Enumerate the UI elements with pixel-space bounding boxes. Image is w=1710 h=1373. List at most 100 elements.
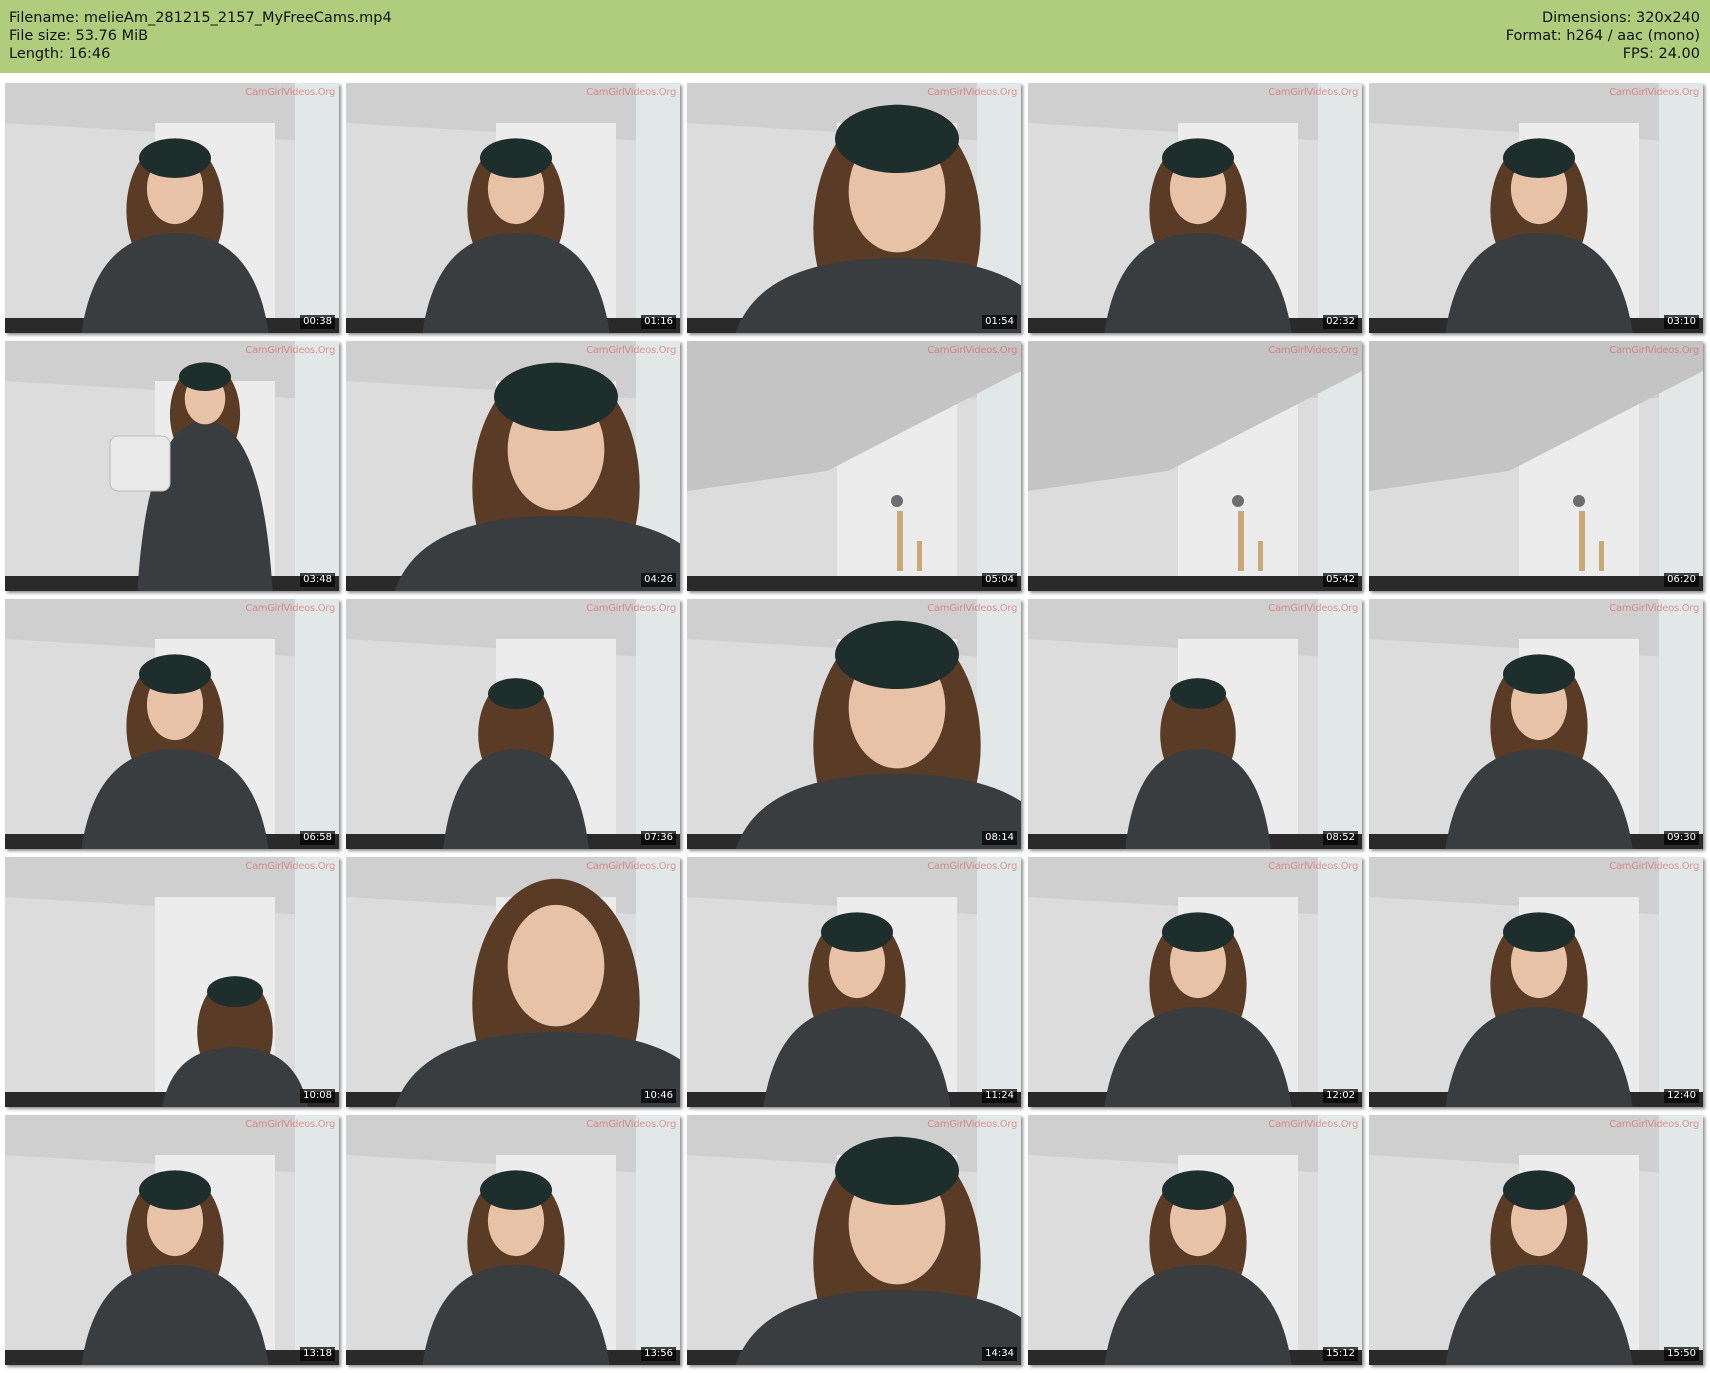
timestamp-label: 14:34 — [982, 1347, 1017, 1361]
frame-image — [687, 857, 1021, 1107]
frame-image — [346, 83, 680, 333]
file-info-left: Filename: melieAm_281215_2157_MyFreeCams… — [9, 9, 392, 63]
frame-image — [687, 1115, 1021, 1365]
frame-image — [346, 599, 680, 849]
watermark-text: CamGirlVideos.Org — [927, 345, 1017, 356]
watermark-text: CamGirlVideos.Org — [927, 603, 1017, 614]
frame-image — [5, 341, 339, 591]
timestamp-label: 15:12 — [1323, 1347, 1358, 1361]
dimensions-text: Dimensions: 320x240 — [1541, 10, 1700, 26]
timestamp-label: 00:38 — [300, 315, 335, 329]
watermark-text: CamGirlVideos.Org — [1268, 345, 1358, 356]
timestamp-label: 03:48 — [300, 573, 335, 587]
frame-image — [687, 599, 1021, 849]
frame-image — [687, 341, 1021, 591]
frame-image — [346, 1115, 680, 1365]
timestamp-label: 08:52 — [1323, 831, 1358, 845]
watermark-text: CamGirlVideos.Org — [245, 87, 335, 98]
video-frame-thumbnail[interactable]: CamGirlVideos.Org 13:56 — [346, 1115, 680, 1365]
watermark-text: CamGirlVideos.Org — [586, 1119, 676, 1130]
watermark-text: CamGirlVideos.Org — [1609, 603, 1699, 614]
file-info-right: Dimensions: 320x240 Format: h264 / aac (… — [1506, 9, 1700, 63]
frame-image — [1369, 1115, 1703, 1365]
video-frame-thumbnail[interactable]: CamGirlVideos.Org 05:04 — [687, 341, 1021, 591]
frame-image — [1369, 83, 1703, 333]
timestamp-label: 05:04 — [982, 573, 1017, 587]
watermark-text: CamGirlVideos.Org — [1609, 87, 1699, 98]
watermark-text: CamGirlVideos.Org — [927, 1119, 1017, 1130]
watermark-text: CamGirlVideos.Org — [245, 345, 335, 356]
timestamp-label: 03:10 — [1664, 315, 1699, 329]
video-frame-thumbnail[interactable]: CamGirlVideos.Org 09:30 — [1369, 599, 1703, 849]
video-frame-thumbnail[interactable]: CamGirlVideos.Org 15:50 — [1369, 1115, 1703, 1365]
frame-image — [1369, 341, 1703, 591]
timestamp-label: 10:08 — [300, 1089, 335, 1103]
watermark-text: CamGirlVideos.Org — [1268, 603, 1358, 614]
frame-image — [1369, 857, 1703, 1107]
video-frame-thumbnail[interactable]: CamGirlVideos.Org 08:52 — [1028, 599, 1362, 849]
video-frame-thumbnail[interactable]: CamGirlVideos.Org 12:02 — [1028, 857, 1362, 1107]
watermark-text: CamGirlVideos.Org — [245, 1119, 335, 1130]
frame-image — [1028, 341, 1362, 591]
video-frame-thumbnail[interactable]: CamGirlVideos.Org 01:16 — [346, 83, 680, 333]
frame-image — [5, 83, 339, 333]
timestamp-label: 02:32 — [1323, 315, 1358, 329]
watermark-text: CamGirlVideos.Org — [1268, 861, 1358, 872]
watermark-text: CamGirlVideos.Org — [1268, 87, 1358, 98]
fps-text: FPS: 24.00 — [1622, 46, 1700, 62]
timestamp-label: 11:24 — [982, 1089, 1017, 1103]
video-frame-thumbnail[interactable]: CamGirlVideos.Org 11:24 — [687, 857, 1021, 1107]
watermark-text: CamGirlVideos.Org — [586, 603, 676, 614]
frame-image — [1028, 857, 1362, 1107]
video-frame-thumbnail[interactable]: CamGirlVideos.Org 12:40 — [1369, 857, 1703, 1107]
timestamp-label: 06:58 — [300, 831, 335, 845]
frame-image — [5, 599, 339, 849]
timestamp-label: 08:14 — [982, 831, 1017, 845]
timestamp-label: 01:54 — [982, 315, 1017, 329]
timestamp-label: 12:02 — [1323, 1089, 1358, 1103]
timestamp-label: 13:56 — [641, 1347, 676, 1361]
video-frame-thumbnail[interactable]: CamGirlVideos.Org 00:38 — [5, 83, 339, 333]
frame-image — [687, 83, 1021, 333]
format-text: Format: h264 / aac (mono) — [1505, 28, 1700, 44]
video-frame-thumbnail[interactable]: CamGirlVideos.Org 08:14 — [687, 599, 1021, 849]
watermark-text: CamGirlVideos.Org — [1268, 1119, 1358, 1130]
video-frame-thumbnail[interactable]: CamGirlVideos.Org 13:18 — [5, 1115, 339, 1365]
frame-image — [1028, 599, 1362, 849]
timestamp-label: 13:18 — [300, 1347, 335, 1361]
timestamp-label: 09:30 — [1664, 831, 1699, 845]
frame-image — [346, 857, 680, 1107]
watermark-text: CamGirlVideos.Org — [1609, 345, 1699, 356]
watermark-text: CamGirlVideos.Org — [1609, 861, 1699, 872]
video-frame-thumbnail[interactable]: CamGirlVideos.Org 15:12 — [1028, 1115, 1362, 1365]
watermark-text: CamGirlVideos.Org — [586, 87, 676, 98]
watermark-text: CamGirlVideos.Org — [1609, 1119, 1699, 1130]
timestamp-label: 12:40 — [1664, 1089, 1699, 1103]
timestamp-label: 01:16 — [641, 315, 676, 329]
watermark-text: CamGirlVideos.Org — [586, 861, 676, 872]
video-frame-thumbnail[interactable]: CamGirlVideos.Org 06:20 — [1369, 341, 1703, 591]
video-frame-thumbnail[interactable]: CamGirlVideos.Org 14:34 — [687, 1115, 1021, 1365]
video-frame-thumbnail[interactable]: CamGirlVideos.Org 01:54 — [687, 83, 1021, 333]
file-info-header: Filename: melieAm_281215_2157_MyFreeCams… — [0, 0, 1710, 73]
video-frame-thumbnail[interactable]: CamGirlVideos.Org 07:36 — [346, 599, 680, 849]
timestamp-label: 10:46 — [641, 1089, 676, 1103]
video-frame-thumbnail[interactable]: CamGirlVideos.Org 03:10 — [1369, 83, 1703, 333]
video-frame-thumbnail[interactable]: CamGirlVideos.Org 03:48 — [5, 341, 339, 591]
video-frame-thumbnail[interactable]: CamGirlVideos.Org 10:46 — [346, 857, 680, 1107]
timestamp-label: 05:42 — [1323, 573, 1358, 587]
frame-image — [1369, 599, 1703, 849]
frame-image — [1028, 1115, 1362, 1365]
filename-text: Filename: melieAm_281215_2157_MyFreeCams… — [9, 10, 392, 26]
frame-image — [1028, 83, 1362, 333]
video-frame-thumbnail[interactable]: CamGirlVideos.Org 10:08 — [5, 857, 339, 1107]
video-frame-thumbnail[interactable]: CamGirlVideos.Org 04:26 — [346, 341, 680, 591]
frame-image — [5, 857, 339, 1107]
thumbnail-grid: CamGirlVideos.Org 00:38 CamGirlVideos.Org 0… — [5, 83, 1703, 1365]
watermark-text: CamGirlVideos.Org — [927, 87, 1017, 98]
video-frame-thumbnail[interactable]: CamGirlVideos.Org 06:58 — [5, 599, 339, 849]
frame-image — [346, 341, 680, 591]
video-frame-thumbnail[interactable]: CamGirlVideos.Org 02:32 — [1028, 83, 1362, 333]
timestamp-label: 06:20 — [1664, 573, 1699, 587]
video-frame-thumbnail[interactable]: CamGirlVideos.Org 05:42 — [1028, 341, 1362, 591]
